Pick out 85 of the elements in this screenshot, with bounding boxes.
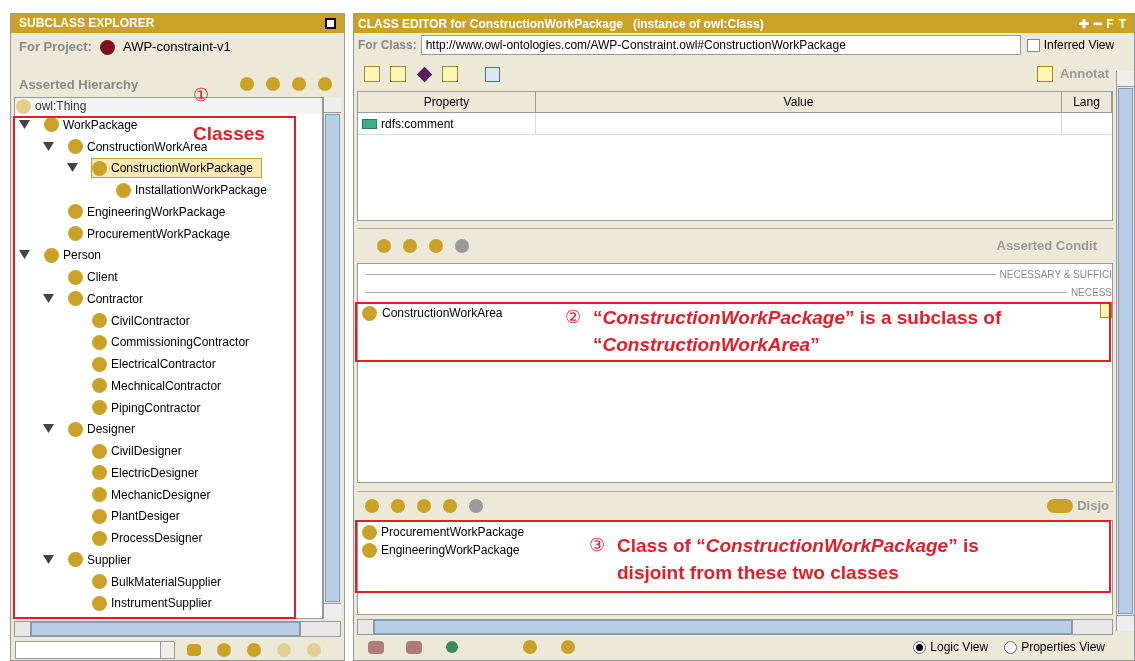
class-icon [92,313,107,329]
panel-title: SUBCLASS EXPLORER [19,15,155,33]
tree-item[interactable]: MechanicDesigner [91,484,220,505]
inferred-view-checkbox[interactable]: Inferred View [1026,36,1115,54]
class-icon [68,204,83,220]
column-header[interactable]: Value [536,92,1062,112]
section-label: NECESS [1070,285,1112,300]
tree-item[interactable]: CivilContractor [91,310,199,331]
condition-item[interactable]: ConstructionWorkArea [382,304,503,322]
annotation-text: “ConstructionWorkPackage” is a subclass of “ConstructionWorkArea” [593,306,1003,357]
class-icon [92,487,107,503]
tree-item[interactable]: MechnicalContractor [91,375,231,396]
class-icon [92,574,107,590]
view-radio[interactable]: Properties View [1004,638,1105,656]
tree-item[interactable]: InstrumentSupplier [91,593,221,614]
class-icon [92,160,107,176]
class-icon [44,247,59,263]
class-icon [92,465,107,481]
class-icon [92,508,107,524]
annotation-number: ① [193,84,209,107]
horizontal-scrollbar[interactable] [357,619,1113,635]
hierarchy-label: Asserted Hierarchy [19,75,139,94]
disjoint-label: Disjo [1077,497,1109,516]
property-icon [362,118,377,129]
for-class-label: For Class: [358,37,417,54]
class-icon [92,595,107,611]
class-icon [362,305,377,321]
annotation-number: ③ [589,534,605,557]
horizontal-scrollbar[interactable] [14,621,341,637]
tree-item[interactable]: Client [67,267,127,288]
class-icon [68,226,83,242]
tree-item[interactable]: Person [43,245,111,266]
class-icon [92,356,107,372]
tree-item[interactable]: WorkPackage [43,114,147,135]
search-combo[interactable] [15,641,175,659]
project-label: For Project: [19,38,92,57]
class-icon [362,524,377,540]
panel-title: CLASS EDITOR for ConstructionWorkPackage (instance of owl:Class) [358,15,764,33]
tree-item[interactable]: BulkMaterialSupplier [91,571,231,592]
disjoint-class-item[interactable]: EngineeringWorkPackage [381,541,520,559]
class-icon [362,542,377,558]
vertical-scrollbar[interactable] [323,97,341,619]
column-header[interactable]: Lang [1062,92,1112,112]
class-icon [68,421,83,437]
tree-item[interactable]: CommissioningContractor [91,332,259,353]
tree-item[interactable]: Designer [67,419,145,440]
note-icon[interactable] [361,64,383,84]
tree-item[interactable]: Supplier [67,549,141,570]
class-icon [116,182,131,198]
vertical-scrollbar[interactable] [1116,71,1134,631]
class-icon [68,291,83,307]
section-label: NECESSARY & SUFFICI [999,267,1112,282]
tree-item[interactable]: Contractor [67,288,153,309]
class-icon [68,269,83,285]
tree-item[interactable]: ElectricalContractor [91,354,225,375]
tree-item[interactable]: ProcessDesigner [91,528,212,549]
tree-item[interactable]: ProcurementWorkPackage [67,223,240,244]
class-icon [92,530,107,546]
tree-item[interactable]: EngineeringWorkPackage [67,201,235,222]
tree-item[interactable]: PlantDesiger [91,506,189,527]
class-icon [68,139,83,155]
project-icon [99,39,115,55]
class-icon [92,443,107,459]
restore-icon[interactable] [325,17,336,29]
disjoint-class-item[interactable]: ProcurementWorkPackage [381,523,525,541]
tree-item[interactable]: ElectricDesigner [91,462,208,483]
tree-item[interactable]: InstallationWorkPackage [115,180,276,201]
view-radio[interactable]: Logic View [913,638,989,656]
conditions-label: Asserted Condit [996,237,1097,256]
annotation-number: ② [565,306,581,329]
tree-item[interactable]: CivilDesigner [91,441,191,462]
class-icon [92,334,107,350]
class-icon [16,98,31,114]
class-icon [92,400,107,416]
project-name: AWP-constraint-v1 [122,38,231,57]
annotations-label: Annotat [1059,65,1109,84]
tree-item[interactable]: owl:Thing [35,98,87,115]
tree-item[interactable]: ConstructionWorkPackage [91,158,262,179]
tree-item[interactable]: PipingContractor [91,397,210,418]
annotation-text: Class of “ConstructionWorkPackage” is disjoint from these two classes [617,534,980,585]
column-header[interactable]: Property [358,92,536,112]
class-icon [92,378,107,394]
class-uri-field[interactable]: http://www.owl-ontologies.com/AWP-Constraint.owl#ConstructionWorkPackage [420,35,1021,55]
table-cell-text: rdfs:comment [381,115,454,133]
class-icon [68,552,83,568]
